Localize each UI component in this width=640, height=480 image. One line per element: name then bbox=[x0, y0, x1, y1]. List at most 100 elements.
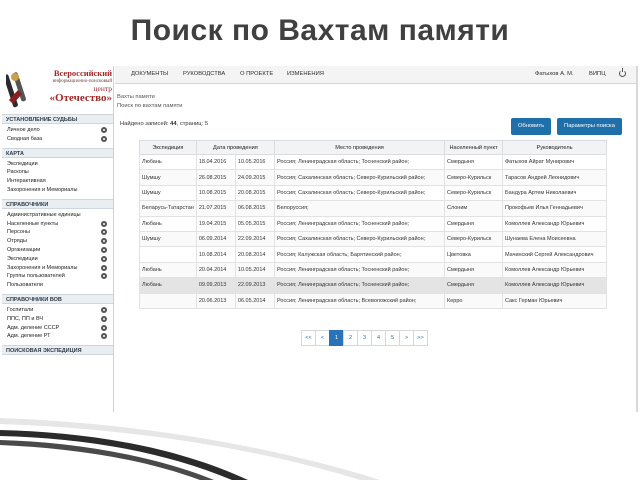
power-icon[interactable] bbox=[619, 68, 626, 77]
logo[interactable]: Всероссийский информационно-поисковый це… bbox=[2, 66, 113, 114]
gear-icon[interactable] bbox=[101, 229, 107, 236]
gear-icon[interactable] bbox=[101, 220, 107, 227]
col-expedition[interactable]: Экспедиция bbox=[139, 140, 197, 155]
page-button[interactable]: 3 bbox=[357, 330, 372, 346]
gear-icon[interactable] bbox=[101, 135, 107, 142]
sidebar-item[interactable]: Экспедиции bbox=[2, 160, 113, 169]
cell-expedition[interactable]: Шумшу bbox=[139, 169, 197, 186]
sidebar-item[interactable]: Группы пользователей bbox=[2, 272, 113, 281]
sidebar-section-header[interactable]: СПРАВОЧНИКИ ВОВ bbox=[2, 293, 113, 304]
gear-icon[interactable] bbox=[101, 315, 107, 322]
page-button[interactable]: 4 bbox=[371, 330, 386, 346]
sidebar-item[interactable]: Персоны bbox=[2, 228, 113, 237]
page-button[interactable]: 2 bbox=[343, 330, 358, 346]
gear-icon[interactable] bbox=[101, 127, 107, 133]
cell-leader[interactable]: Комоллев Александр Юрьевич bbox=[502, 215, 607, 232]
sidebar-item[interactable]: Госпитали bbox=[2, 306, 113, 315]
cell-leader[interactable]: Тарасов Андрей Леонидович bbox=[502, 169, 607, 186]
sidebar-item[interactable]: Организации bbox=[2, 246, 113, 255]
col-place[interactable]: Место проведения bbox=[274, 140, 445, 155]
col-date[interactable]: Дата проведения bbox=[195, 140, 276, 155]
nav-changes[interactable]: ИЗМЕНЕНИЯ bbox=[287, 71, 324, 77]
sidebar-section-header[interactable]: УСТАНОВЛЕНИЕ СУДЬБЫ bbox=[2, 114, 113, 124]
gear-icon[interactable] bbox=[101, 238, 107, 245]
sidebar-item[interactable]: ППС, ПП и ВЧ bbox=[2, 315, 113, 324]
cell-settlement[interactable]: Смердыня bbox=[444, 277, 503, 294]
table-row[interactable]: 20.06.2013 06.05.2014 Россия; Ленинградска… bbox=[139, 292, 607, 309]
sidebar-item[interactable]: Захоронения и Мемориалы bbox=[2, 186, 113, 195]
page-button[interactable]: >> bbox=[413, 330, 428, 346]
cell-settlement[interactable]: Слоним bbox=[444, 200, 503, 217]
gear-icon[interactable] bbox=[101, 273, 107, 280]
gear-icon[interactable] bbox=[101, 255, 107, 262]
table-row[interactable]: Любань 09.09.2013 22.09.2013 Россия; Ленинг… bbox=[139, 277, 607, 294]
page-button[interactable]: 1 bbox=[329, 330, 344, 346]
page-button[interactable]: << bbox=[301, 330, 316, 346]
sidebar-item[interactable]: Населенные пункты bbox=[2, 220, 113, 229]
table-row[interactable]: Любань 20.04.2014 10.05.2014 Россия; Ленинг… bbox=[139, 261, 607, 279]
table-row[interactable]: Шумшу 26.08.2015 24.09.2015 Россия; Сахалин… bbox=[139, 169, 607, 186]
user-org[interactable]: ВИПЦ bbox=[589, 71, 606, 77]
nav-about[interactable]: О ПРОЕКТЕ bbox=[240, 71, 273, 77]
nav-documents[interactable]: ДОКУМЕНТЫ bbox=[131, 71, 168, 77]
cell-leader[interactable]: Комоллев Александр Юрьевич bbox=[502, 261, 607, 279]
cell-expedition[interactable]: Любань bbox=[139, 215, 197, 232]
cell-leader[interactable]: Прокофьев Илья Геннадьевич bbox=[502, 200, 607, 217]
breadcrumb-section[interactable]: Вахты памяти bbox=[117, 94, 155, 100]
cell-expedition[interactable] bbox=[139, 246, 197, 263]
cell-settlement[interactable]: Цветовка bbox=[444, 246, 503, 263]
sidebar-item[interactable]: Административные единицы bbox=[2, 211, 113, 220]
nav-manuals[interactable]: РУКОВОДСТВА bbox=[183, 71, 225, 77]
page-button[interactable]: < bbox=[315, 330, 330, 346]
page-button[interactable]: 5 bbox=[385, 330, 400, 346]
cell-settlement[interactable]: Смердыня bbox=[444, 153, 503, 171]
table-row[interactable]: Любань 19.04.2015 05.05.2015 Россия; Ленинг… bbox=[139, 215, 607, 232]
cell-settlement[interactable]: Смердыня bbox=[444, 261, 503, 279]
sidebar-item[interactable]: Отряды bbox=[2, 237, 113, 246]
sidebar-item[interactable]: Сводная база bbox=[2, 135, 113, 144]
cell-leader[interactable]: Шунаева Елена Моисеевна bbox=[502, 230, 607, 248]
page-button[interactable]: > bbox=[399, 330, 414, 346]
sidebar-item[interactable]: Раскопы bbox=[2, 168, 113, 177]
cell-settlement[interactable]: Керро bbox=[444, 292, 503, 309]
col-settlement[interactable]: Населенный пункт bbox=[444, 140, 503, 155]
sidebar-item[interactable]: Интерактивная bbox=[2, 177, 113, 186]
gear-icon[interactable] bbox=[101, 324, 107, 331]
refresh-button[interactable]: Обновить bbox=[511, 118, 551, 135]
sidebar-item[interactable]: Личное дело bbox=[2, 126, 113, 135]
search-params-button[interactable]: Параметры поиска bbox=[557, 118, 622, 135]
user-name[interactable]: Фатыхов А. М. bbox=[535, 71, 574, 77]
gear-icon[interactable] bbox=[101, 246, 107, 253]
table-row[interactable]: Шумшу 10.08.2015 20.08.2015 Россия; Сахалин… bbox=[139, 184, 607, 202]
cell-leader[interactable]: Мачинский Сергей Александрович bbox=[502, 246, 607, 263]
col-leader[interactable]: Руководитель bbox=[502, 140, 607, 155]
cell-expedition[interactable]: Любань bbox=[139, 261, 197, 279]
table-row[interactable]: Беларусь-Татарстан 21.07.2015 06.08.2015 Бе… bbox=[139, 200, 607, 217]
gear-icon[interactable] bbox=[101, 306, 107, 313]
table-row[interactable]: Любань 18.04.2016 10.05.2016 Россия; Ленинг… bbox=[139, 153, 607, 171]
cell-leader[interactable]: Бандура Артем Николаевич bbox=[502, 184, 607, 202]
cell-settlement[interactable]: Северо-Курильск bbox=[444, 169, 503, 186]
sidebar-section-header[interactable]: КАРТА bbox=[2, 147, 113, 158]
sidebar-item[interactable]: Адм. деление СССР bbox=[2, 324, 113, 333]
cell-expedition[interactable] bbox=[139, 292, 197, 309]
cell-leader[interactable]: Комоллев Александр Юрьевич bbox=[502, 277, 607, 294]
cell-expedition[interactable]: Любань bbox=[139, 153, 197, 171]
cell-leader[interactable]: Сакс Герман Юрьевич bbox=[502, 292, 607, 309]
cell-settlement[interactable]: Северо-Курильск bbox=[444, 230, 503, 248]
sidebar-item[interactable]: Адм. деление РТ bbox=[2, 332, 113, 341]
cell-settlement[interactable]: Северо-Курильск bbox=[444, 184, 503, 202]
cell-expedition[interactable]: Шумшу bbox=[139, 230, 197, 248]
gear-icon[interactable] bbox=[101, 264, 107, 271]
table-row[interactable]: 10.08.2014 20.08.2014 Россия; Калужская об… bbox=[139, 246, 607, 263]
table-row[interactable]: Шумшу 06.09.2014 22.09.2014 Россия; Сахалин… bbox=[139, 230, 607, 248]
cell-expedition[interactable]: Любань bbox=[139, 277, 197, 294]
cell-leader[interactable]: Фатыхов Айрат Мунирович bbox=[502, 153, 607, 171]
sidebar-section-header[interactable]: СПРАВОЧНИКИ bbox=[2, 198, 113, 209]
gear-icon[interactable] bbox=[101, 333, 107, 340]
cell-expedition[interactable]: Шумшу bbox=[139, 184, 197, 202]
sidebar-section-header[interactable]: ПОИСКОВАЯ ЭКСПЕДИЦИЯ bbox=[2, 345, 113, 356]
cell-settlement[interactable]: Смердыня bbox=[444, 215, 503, 232]
sidebar-item[interactable]: Пользователи bbox=[2, 281, 113, 290]
sidebar-item[interactable]: Экспедиции bbox=[2, 255, 113, 264]
